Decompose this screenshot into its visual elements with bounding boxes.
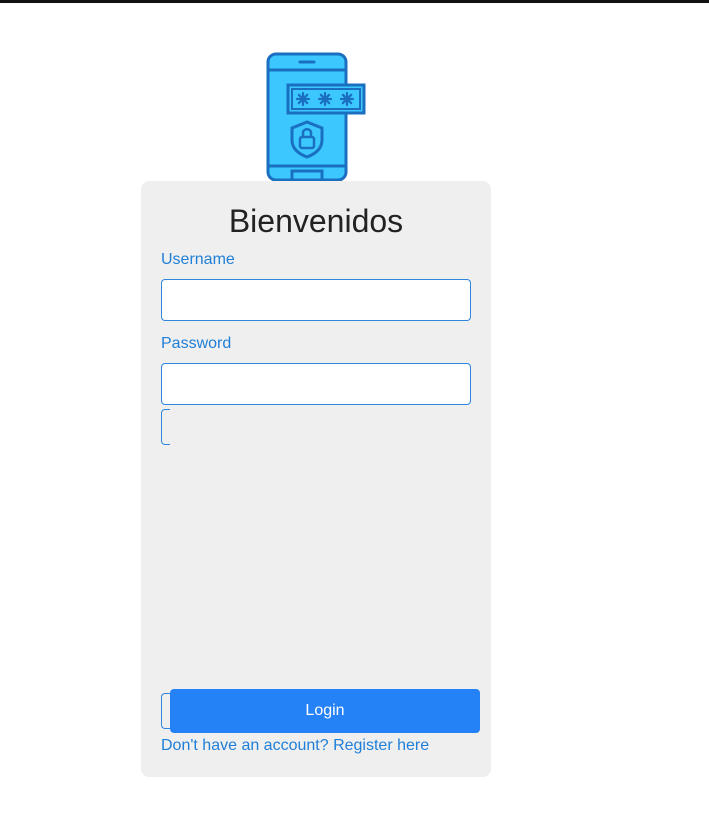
- collapsed-field-edge: [161, 409, 170, 445]
- password-label: Password: [161, 335, 232, 352]
- phone-password-shield-icon: [266, 52, 366, 182]
- login-button[interactable]: Login: [170, 689, 480, 733]
- collapsed-field-edge: [161, 693, 170, 729]
- register-link[interactable]: Don't have an account? Register here: [161, 736, 429, 756]
- phone-security-logo: [266, 52, 366, 182]
- top-border: [0, 0, 709, 3]
- password-input[interactable]: [161, 363, 471, 405]
- login-card: [141, 181, 491, 777]
- username-label: Username: [161, 251, 235, 268]
- username-input[interactable]: [161, 279, 471, 321]
- page-title: Bienvenidos: [228, 203, 404, 239]
